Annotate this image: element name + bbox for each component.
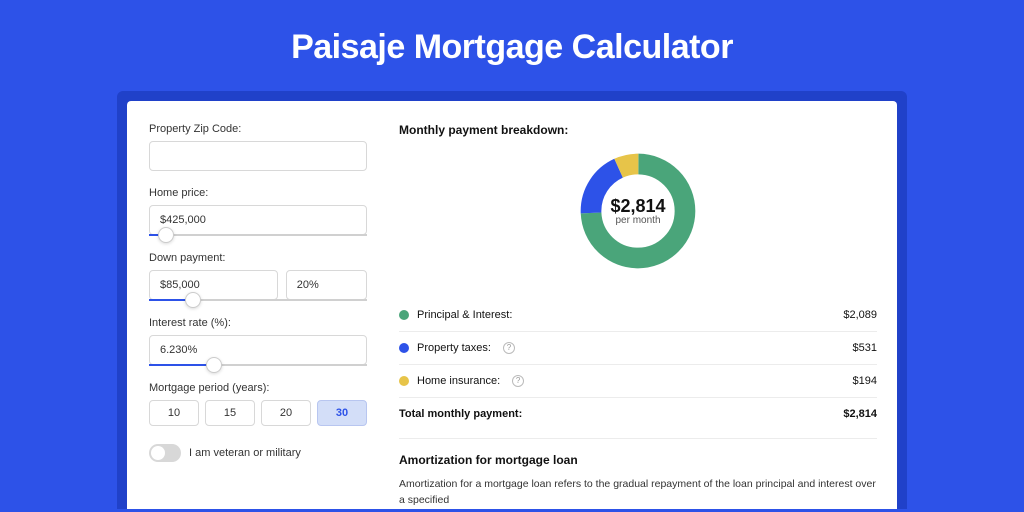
breakdown-lines: Principal & Interest: $2,089 Property taxe…: [399, 299, 877, 397]
veteran-label: I am veteran or military: [189, 447, 301, 459]
amortization-text: Amortization for a mortgage loan refers …: [399, 477, 877, 509]
card-outer: Property Zip Code: Home price: Down paym…: [117, 91, 907, 509]
zip-input[interactable]: [149, 141, 367, 171]
donut-sub: per month: [615, 215, 660, 226]
donut-total: $2,814: [610, 196, 665, 217]
period-button-10[interactable]: 10: [149, 400, 199, 426]
section-divider: [399, 438, 877, 439]
zip-group: Property Zip Code:: [149, 123, 367, 171]
info-icon[interactable]: ?: [512, 375, 524, 387]
veteran-toggle[interactable]: [149, 444, 181, 462]
breakdown-item-label: Home insurance:: [417, 375, 500, 387]
info-icon[interactable]: ?: [503, 342, 515, 354]
payment-donut-chart: $2,814 per month: [576, 149, 700, 273]
mortgage-period-label: Mortgage period (years):: [149, 382, 367, 394]
period-button-30[interactable]: 30: [317, 400, 367, 426]
mortgage-period-options: 10152030: [149, 400, 367, 426]
page-title: Paisaje Mortgage Calculator: [0, 0, 1024, 91]
donut-wrap: $2,814 per month: [399, 149, 877, 273]
breakdown-line: Home insurance:? $194: [399, 364, 877, 397]
interest-rate-group: Interest rate (%):: [149, 317, 367, 366]
home-price-slider-thumb[interactable]: [158, 227, 174, 243]
interest-rate-label: Interest rate (%):: [149, 317, 367, 329]
total-value: $2,814: [843, 408, 877, 420]
home-price-label: Home price:: [149, 187, 367, 199]
down-payment-label: Down payment:: [149, 252, 367, 264]
breakdown-item-value: $2,089: [843, 309, 877, 321]
home-price-input[interactable]: [149, 205, 367, 235]
legend-dot-icon: [399, 310, 409, 320]
down-payment-percent-input[interactable]: [286, 270, 367, 300]
amortization-title: Amortization for mortgage loan: [399, 453, 877, 467]
total-label: Total monthly payment:: [399, 408, 522, 420]
interest-rate-input[interactable]: [149, 335, 367, 365]
veteran-row: I am veteran or military: [149, 444, 367, 462]
veteran-toggle-knob: [151, 446, 165, 460]
interest-rate-slider-thumb[interactable]: [206, 357, 222, 373]
down-payment-slider-thumb[interactable]: [185, 292, 201, 308]
breakdown-heading: Monthly payment breakdown:: [399, 123, 877, 137]
breakdown-item-label: Property taxes:: [417, 342, 491, 354]
down-payment-group: Down payment:: [149, 252, 367, 301]
breakdown-item-label: Principal & Interest:: [417, 309, 512, 321]
mortgage-period-group: Mortgage period (years): 10152030: [149, 382, 367, 426]
home-price-slider[interactable]: [149, 234, 367, 236]
home-price-group: Home price:: [149, 187, 367, 236]
form-column: Property Zip Code: Home price: Down paym…: [127, 101, 387, 509]
zip-label: Property Zip Code:: [149, 123, 367, 135]
period-button-20[interactable]: 20: [261, 400, 311, 426]
breakdown-item-value: $531: [853, 342, 877, 354]
breakdown-line: Property taxes:? $531: [399, 331, 877, 364]
legend-dot-icon: [399, 376, 409, 386]
breakdown-item-value: $194: [853, 375, 877, 387]
period-button-15[interactable]: 15: [205, 400, 255, 426]
legend-dot-icon: [399, 343, 409, 353]
down-payment-slider[interactable]: [149, 299, 367, 301]
breakdown-column: Monthly payment breakdown: $2,814 per mo…: [387, 101, 897, 509]
down-payment-amount-input[interactable]: [149, 270, 278, 300]
breakdown-line: Principal & Interest: $2,089: [399, 299, 877, 331]
interest-rate-slider-fill: [149, 364, 214, 366]
total-row: Total monthly payment: $2,814: [399, 397, 877, 430]
calculator-card: Property Zip Code: Home price: Down paym…: [127, 101, 897, 509]
interest-rate-slider[interactable]: [149, 364, 367, 366]
donut-center: $2,814 per month: [576, 149, 700, 273]
